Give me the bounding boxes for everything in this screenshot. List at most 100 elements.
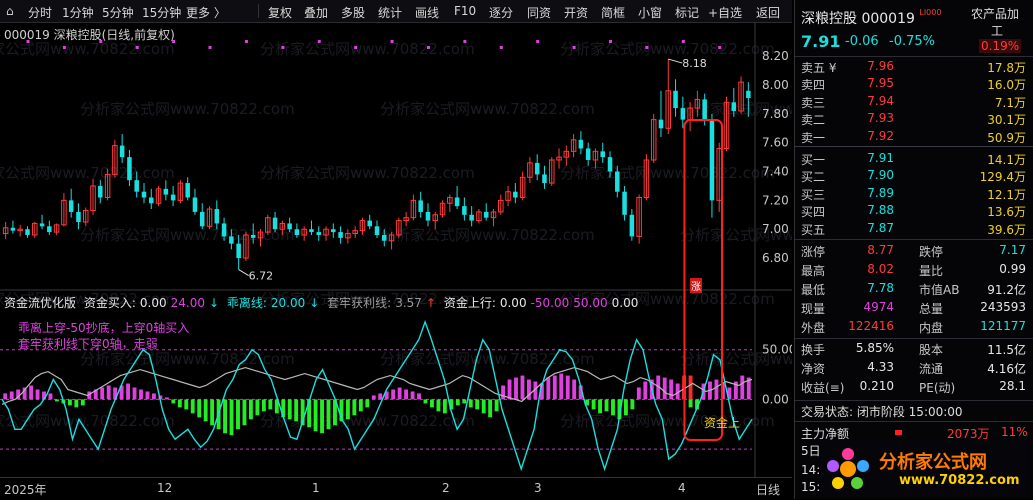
leave-value: 20.00 — [270, 296, 306, 310]
flow-bar — [436, 399, 441, 412]
bid-row[interactable]: 买二 7.90 129.4万 — [801, 168, 1026, 185]
signal-dot — [208, 46, 212, 49]
flow-bar — [132, 387, 137, 400]
flow-bar — [604, 399, 609, 412]
ask-volume: 7.1万 — [994, 95, 1026, 110]
candles-layer: 8.18 6.72 — [2, 40, 751, 283]
stat-row[interactable]: 收益(≡) 0.210 PE(动) 28.1 — [801, 379, 1026, 396]
stat-row[interactable]: 换手 5.85% 股本 11.5亿 — [801, 341, 1026, 358]
signal-dot — [718, 46, 722, 49]
site-logo: 分析家公式网 www.70822.com — [821, 440, 1027, 496]
flow-bar — [358, 399, 363, 412]
flow-bar — [591, 399, 596, 410]
candle-body — [615, 171, 620, 192]
candle-body — [367, 220, 372, 227]
rise-value-1: 0.00 — [499, 296, 527, 310]
flow-bar — [391, 389, 396, 400]
event-badge[interactable]: 涨 — [690, 278, 702, 293]
signal-dot — [463, 40, 467, 43]
btn-minute-by[interactable]: 逐分 — [489, 4, 513, 21]
tab-5min[interactable]: 5分钟 — [102, 4, 134, 21]
rise-value-3: 50.00 — [573, 296, 608, 310]
bid-row[interactable]: 买五 7.87 39.6万 — [801, 221, 1026, 238]
btn-draw[interactable]: 画线 — [415, 4, 439, 21]
btn-multi[interactable]: 多股 — [341, 4, 365, 21]
btn-overlay[interactable]: 叠加 — [304, 4, 328, 21]
down-arrow-icon: ↓ — [208, 296, 220, 310]
btn-fuquan[interactable]: 复权 — [268, 4, 292, 21]
candle-body — [76, 211, 81, 222]
tab-15min[interactable]: 15分钟 — [142, 4, 181, 21]
stat-label: 市值AB — [919, 283, 960, 297]
stat-row[interactable]: 涨停 8.77 跌停 7.17 — [801, 243, 1026, 260]
bid-label: 买二 — [801, 170, 826, 185]
watermark-text: 分析家公式网www.70822.com — [260, 164, 475, 182]
stat-row[interactable]: 外盘 122416 内盘 121177 — [801, 319, 1026, 336]
buy-label: 资金买入: — [83, 296, 136, 310]
flow-bar — [423, 399, 428, 404]
flow-bar — [520, 375, 525, 400]
flow-bar — [662, 377, 667, 400]
signal-dot — [390, 40, 394, 43]
bid-row[interactable]: 买三 7.89 12.1万 — [801, 186, 1026, 203]
flow-bar — [294, 399, 299, 422]
flow-bar — [236, 399, 240, 430]
candle-body — [98, 185, 103, 198]
stat-row[interactable]: 最低 7.78 市值AB 91.2亿 — [801, 281, 1026, 298]
toolbar-divider — [258, 4, 259, 18]
home-icon[interactable]: ⌂ — [6, 4, 14, 18]
stat-row[interactable]: 净资 4.33 流通 4.16亿 — [801, 360, 1026, 377]
high-marker-line — [668, 58, 683, 64]
stat-value: 7.17 — [999, 243, 1026, 257]
stat-row[interactable]: 最高 8.02 量比 0.99 — [801, 262, 1026, 279]
btn-simple-frame[interactable]: 简框 — [601, 4, 625, 21]
btn-same-fund[interactable]: 同资 — [527, 4, 551, 21]
ask-row[interactable]: 卖五 ¥ 7.96 17.8万 — [801, 59, 1026, 76]
flow-bar — [29, 385, 34, 400]
price-chart[interactable]: 分析家公式网www.70822.com 分析家公式网www.70822.com 分析… — [0, 22, 792, 477]
period-selector[interactable]: 日线 — [756, 481, 780, 498]
flow-bar — [410, 391, 415, 400]
watermark-text: 分析家公式网www.70822.com — [380, 350, 595, 368]
btn-small-window[interactable]: 小窗 — [638, 4, 662, 21]
flow-bar — [611, 399, 615, 416]
indicator-axis-label: 50.00 — [762, 343, 792, 357]
stat-label: 最高 — [801, 264, 826, 278]
ask-label: 卖三 — [801, 95, 826, 110]
ask-row[interactable]: 卖三 7.94 7.1万 — [801, 94, 1026, 111]
stat-label: 内盘 — [919, 321, 944, 335]
btn-add-favorite[interactable]: +自选 — [708, 4, 742, 21]
bid-row[interactable]: 买一 7.91 14.1万 — [801, 151, 1026, 168]
tab-more[interactable]: 更多 〉 — [186, 4, 226, 21]
btn-back[interactable]: 返回 — [756, 4, 780, 21]
tab-1min[interactable]: 1分钟 — [62, 4, 94, 21]
watermark-text: 分析家公式网www.70822.com — [0, 40, 175, 58]
bid-label: 买三 — [801, 187, 826, 202]
candle-body — [542, 174, 547, 184]
ask-row[interactable]: 卖一 7.92 50.9万 — [801, 129, 1026, 146]
stat-value: 8.02 — [867, 262, 894, 276]
btn-open-fund[interactable]: 开资 — [564, 4, 588, 21]
bid-volume: 13.6万 — [987, 205, 1026, 220]
sector-name[interactable]: 农产品加 — [971, 5, 1019, 22]
btn-mark[interactable]: 标记 — [675, 4, 699, 21]
flow-bar — [714, 379, 719, 400]
ask-row[interactable]: 卖二 7.93 30.1万 — [801, 111, 1026, 128]
ask-row[interactable]: 卖四 7.95 16.0万 — [801, 76, 1026, 93]
btn-stats[interactable]: 统计 — [378, 4, 402, 21]
tab-minute[interactable]: 分时 — [28, 4, 52, 21]
bid-label: 买五 — [801, 222, 826, 237]
flow-bar — [229, 399, 234, 436]
low-marker-label: 6.72 — [249, 270, 274, 283]
flow-bar — [430, 399, 434, 408]
bid-volume: 39.6万 — [987, 222, 1026, 237]
bid-row[interactable]: 买四 7.88 13.6万 — [801, 203, 1026, 220]
stat-row[interactable]: 现量 4974 总量 243593 — [801, 300, 1026, 317]
flow-bar — [636, 387, 641, 400]
btn-f10[interactable]: F10 — [454, 4, 476, 18]
indicator-axis-label: 0.00 — [762, 392, 789, 406]
candle-body — [513, 191, 518, 198]
quote-panel: 深粮控股 000019 LI000 农产品加 工 0.19% 7.91 -0.0… — [794, 0, 1033, 499]
signal-dot — [645, 46, 649, 49]
event-label: 资金上行 — [704, 416, 740, 430]
